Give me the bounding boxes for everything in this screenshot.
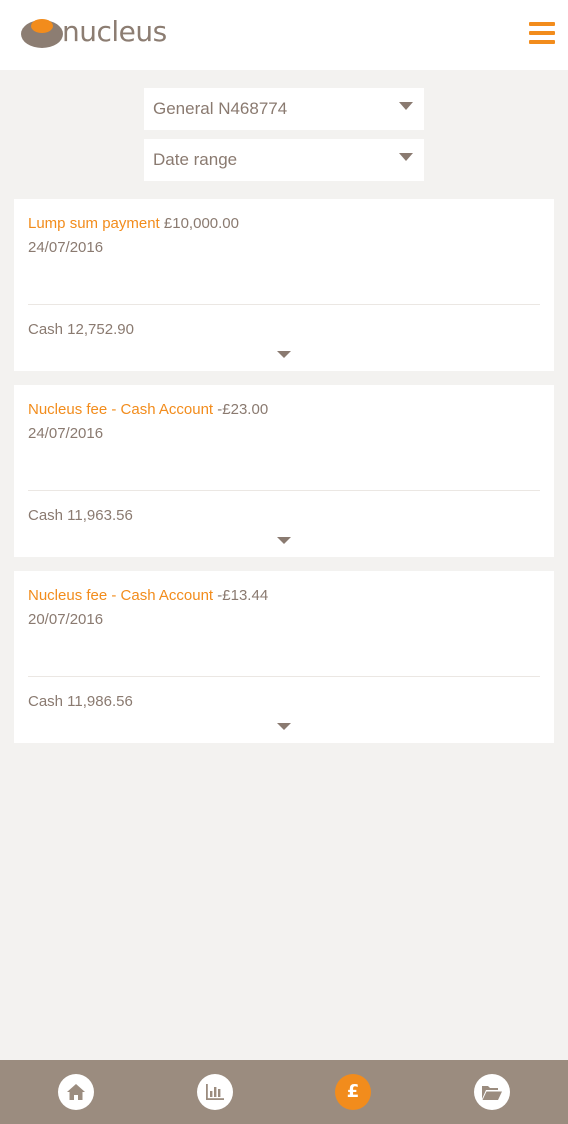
logo-text: nucleus (62, 15, 167, 48)
nav-documents-button[interactable] (474, 1074, 510, 1110)
transaction-amount: -£23.00 (217, 401, 269, 418)
transaction-amount: £10,000.00 (163, 215, 239, 232)
top-bar: nucleus (0, 0, 568, 70)
transaction-description[interactable]: Lump sum payment (28, 215, 160, 232)
transaction-title: Nucleus fee - Cash Account -£13.44 (28, 587, 268, 604)
folder-open-icon (482, 1085, 502, 1100)
nav-home-button[interactable] (58, 1074, 94, 1110)
nav-transactions-button[interactable]: £ (335, 1074, 371, 1110)
hamburger-icon[interactable] (529, 22, 555, 44)
date-range-select[interactable]: Date range (144, 139, 424, 181)
transaction-description[interactable]: Nucleus fee - Cash Account (28, 401, 213, 418)
expand-arrow-icon[interactable] (277, 537, 291, 544)
expand-arrow-icon[interactable] (277, 723, 291, 730)
chevron-down-icon (399, 102, 413, 110)
home-icon (67, 1084, 85, 1100)
account-select[interactable]: General N468774 (144, 88, 424, 130)
cash-balance: Cash 12,752.90 (28, 321, 134, 338)
transaction-amount: -£13.44 (217, 587, 269, 604)
cash-balance: Cash 11,963.56 (28, 507, 133, 524)
bar-chart-icon (206, 1084, 224, 1100)
cash-balance: Cash 11,986.56 (28, 693, 133, 710)
nucleus-logo[interactable]: nucleus (20, 14, 167, 50)
expand-arrow-icon[interactable] (277, 351, 291, 358)
egg-logo-icon (20, 15, 64, 49)
nav-portfolio-button[interactable] (197, 1074, 233, 1110)
transaction-title: Nucleus fee - Cash Account -£23.00 (28, 401, 268, 418)
transaction-date: 24/07/2016 (28, 425, 104, 442)
pound-icon: £ (346, 1081, 360, 1102)
transaction-description[interactable]: Nucleus fee - Cash Account (28, 587, 213, 604)
transaction-title: Lump sum payment £10,000.00 (28, 215, 239, 232)
transaction-date: 24/07/2016 (28, 239, 104, 256)
transaction-card: Nucleus fee - Cash Account -£13.44 20/07… (14, 571, 554, 743)
divider (28, 490, 540, 491)
chevron-down-icon (399, 153, 413, 161)
date-range-select-value: Date range (153, 150, 238, 169)
divider (28, 304, 540, 305)
account-select-value: General N468774 (153, 99, 288, 118)
transaction-card: Nucleus fee - Cash Account -£23.00 24/07… (14, 385, 554, 557)
transaction-date: 20/07/2016 (28, 611, 104, 628)
bottom-nav: £ (0, 1060, 568, 1124)
divider (28, 676, 540, 677)
transaction-card: Lump sum payment £10,000.00 24/07/2016 C… (14, 199, 554, 371)
